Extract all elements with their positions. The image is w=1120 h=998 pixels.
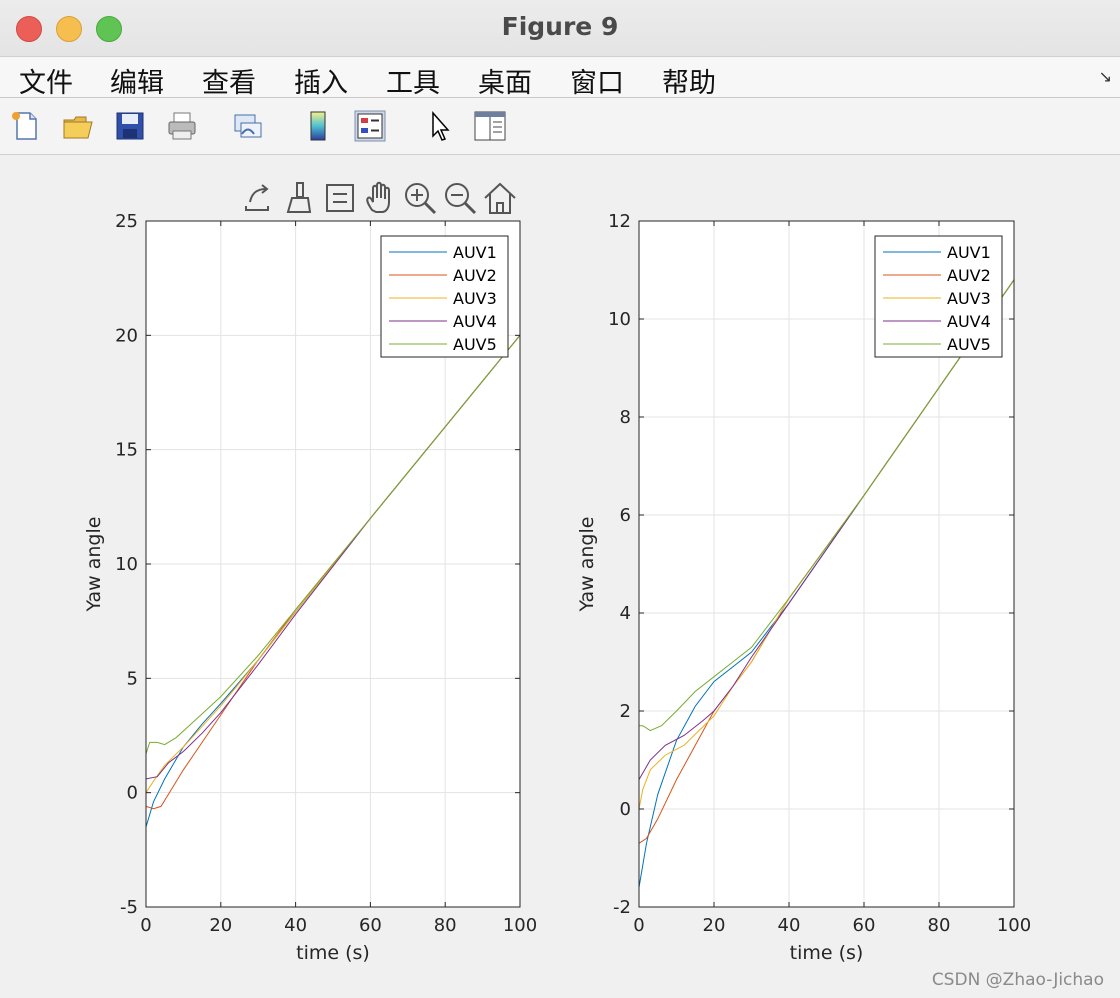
y-tick-label: 0 xyxy=(127,783,138,804)
y-tick-label: 10 xyxy=(115,554,138,575)
legend-label: AUV4 xyxy=(947,312,991,331)
open-folder-icon[interactable] xyxy=(62,110,94,142)
x-tick-label: 80 xyxy=(928,915,951,936)
x-tick-label: 100 xyxy=(503,915,537,936)
legend-label: AUV1 xyxy=(947,243,991,262)
menu-edit[interactable]: 编辑 xyxy=(110,61,164,100)
x-tick-label: 40 xyxy=(778,915,801,936)
window-title: Figure 9 xyxy=(501,12,619,41)
y-tick-label: 0 xyxy=(620,799,631,820)
menu-tools[interactable]: 工具 xyxy=(386,61,440,100)
x-tick-label: 20 xyxy=(209,915,232,936)
print-icon[interactable] xyxy=(166,110,198,142)
legend-label: AUV3 xyxy=(453,289,497,308)
legend-label: AUV5 xyxy=(947,335,991,354)
x-axis-label: time (s) xyxy=(296,942,370,964)
y-tick-label: 20 xyxy=(115,325,138,346)
x-tick-label: 100 xyxy=(997,915,1031,936)
save-icon[interactable] xyxy=(114,110,146,142)
menu-desktop[interactable]: 桌面 xyxy=(478,61,532,100)
menu-file[interactable]: 文件 xyxy=(19,61,73,100)
legend-icon[interactable] xyxy=(354,110,386,142)
new-file-icon[interactable] xyxy=(10,110,42,142)
menu-window[interactable]: 窗口 xyxy=(570,61,624,100)
pointer-icon[interactable] xyxy=(424,110,456,142)
legend-label: AUV3 xyxy=(947,289,991,308)
y-tick-label: 15 xyxy=(115,440,138,461)
y-tick-label: 10 xyxy=(608,309,631,330)
watermark: CSDN @Zhao-Jichao xyxy=(931,970,1104,990)
x-tick-label: 0 xyxy=(633,915,644,936)
figure-toolbar xyxy=(0,98,1120,155)
menu-help[interactable]: 帮助 xyxy=(662,61,716,100)
y-tick-label: 8 xyxy=(620,407,631,428)
chart-right[interactable]: 0 20 40 60 80 100-2024681012time (s)Yaw angle… xyxy=(560,155,1120,980)
legend-label: AUV1 xyxy=(453,243,497,262)
chart-left[interactable]: 0 20 40 60 80 100-50510152025time (s)Yaw angl… xyxy=(0,155,560,980)
menu-insert[interactable]: 插入 xyxy=(294,61,348,100)
colorbar-icon[interactable] xyxy=(302,110,334,142)
link-plot-icon[interactable] xyxy=(232,110,264,142)
x-tick-label: 60 xyxy=(359,915,382,936)
legend[interactable]: AUV1 AUV2 AUV3 AUV4 AUV5 xyxy=(874,235,1003,358)
x-tick-label: 20 xyxy=(703,915,726,936)
legend-label: AUV5 xyxy=(453,335,497,354)
legend-label: AUV2 xyxy=(453,266,497,285)
y-tick-label: -2 xyxy=(613,897,631,918)
menu-view[interactable]: 查看 xyxy=(202,61,256,100)
y-tick-label: -5 xyxy=(120,897,138,918)
legend-label: AUV4 xyxy=(453,312,497,331)
x-tick-label: 40 xyxy=(284,915,307,936)
legend[interactable]: AUV1 AUV2 AUV3 AUV4 AUV5 xyxy=(380,235,509,358)
y-tick-label: 6 xyxy=(620,505,631,526)
x-tick-label: 0 xyxy=(140,915,151,936)
menu-bar: 文件 编辑 查看 插入 工具 桌面 窗口 帮助 ↘ xyxy=(0,57,1120,100)
x-tick-label: 60 xyxy=(853,915,876,936)
y-axis-label: Yaw angle xyxy=(83,517,105,613)
legend-label: AUV2 xyxy=(947,266,991,285)
y-tick-label: 2 xyxy=(620,701,631,722)
x-tick-label: 80 xyxy=(434,915,457,936)
y-axis-label: Yaw angle xyxy=(576,517,598,613)
window-titlebar: Figure 9 xyxy=(0,0,1120,57)
y-tick-label: 4 xyxy=(620,603,631,624)
y-tick-label: 5 xyxy=(127,668,138,689)
x-axis-label: time (s) xyxy=(790,942,864,964)
property-inspector-icon[interactable] xyxy=(474,110,506,142)
menu-overflow-icon[interactable]: ↘ xyxy=(1099,67,1112,86)
y-tick-label: 25 xyxy=(115,211,138,232)
y-tick-label: 12 xyxy=(608,211,631,232)
